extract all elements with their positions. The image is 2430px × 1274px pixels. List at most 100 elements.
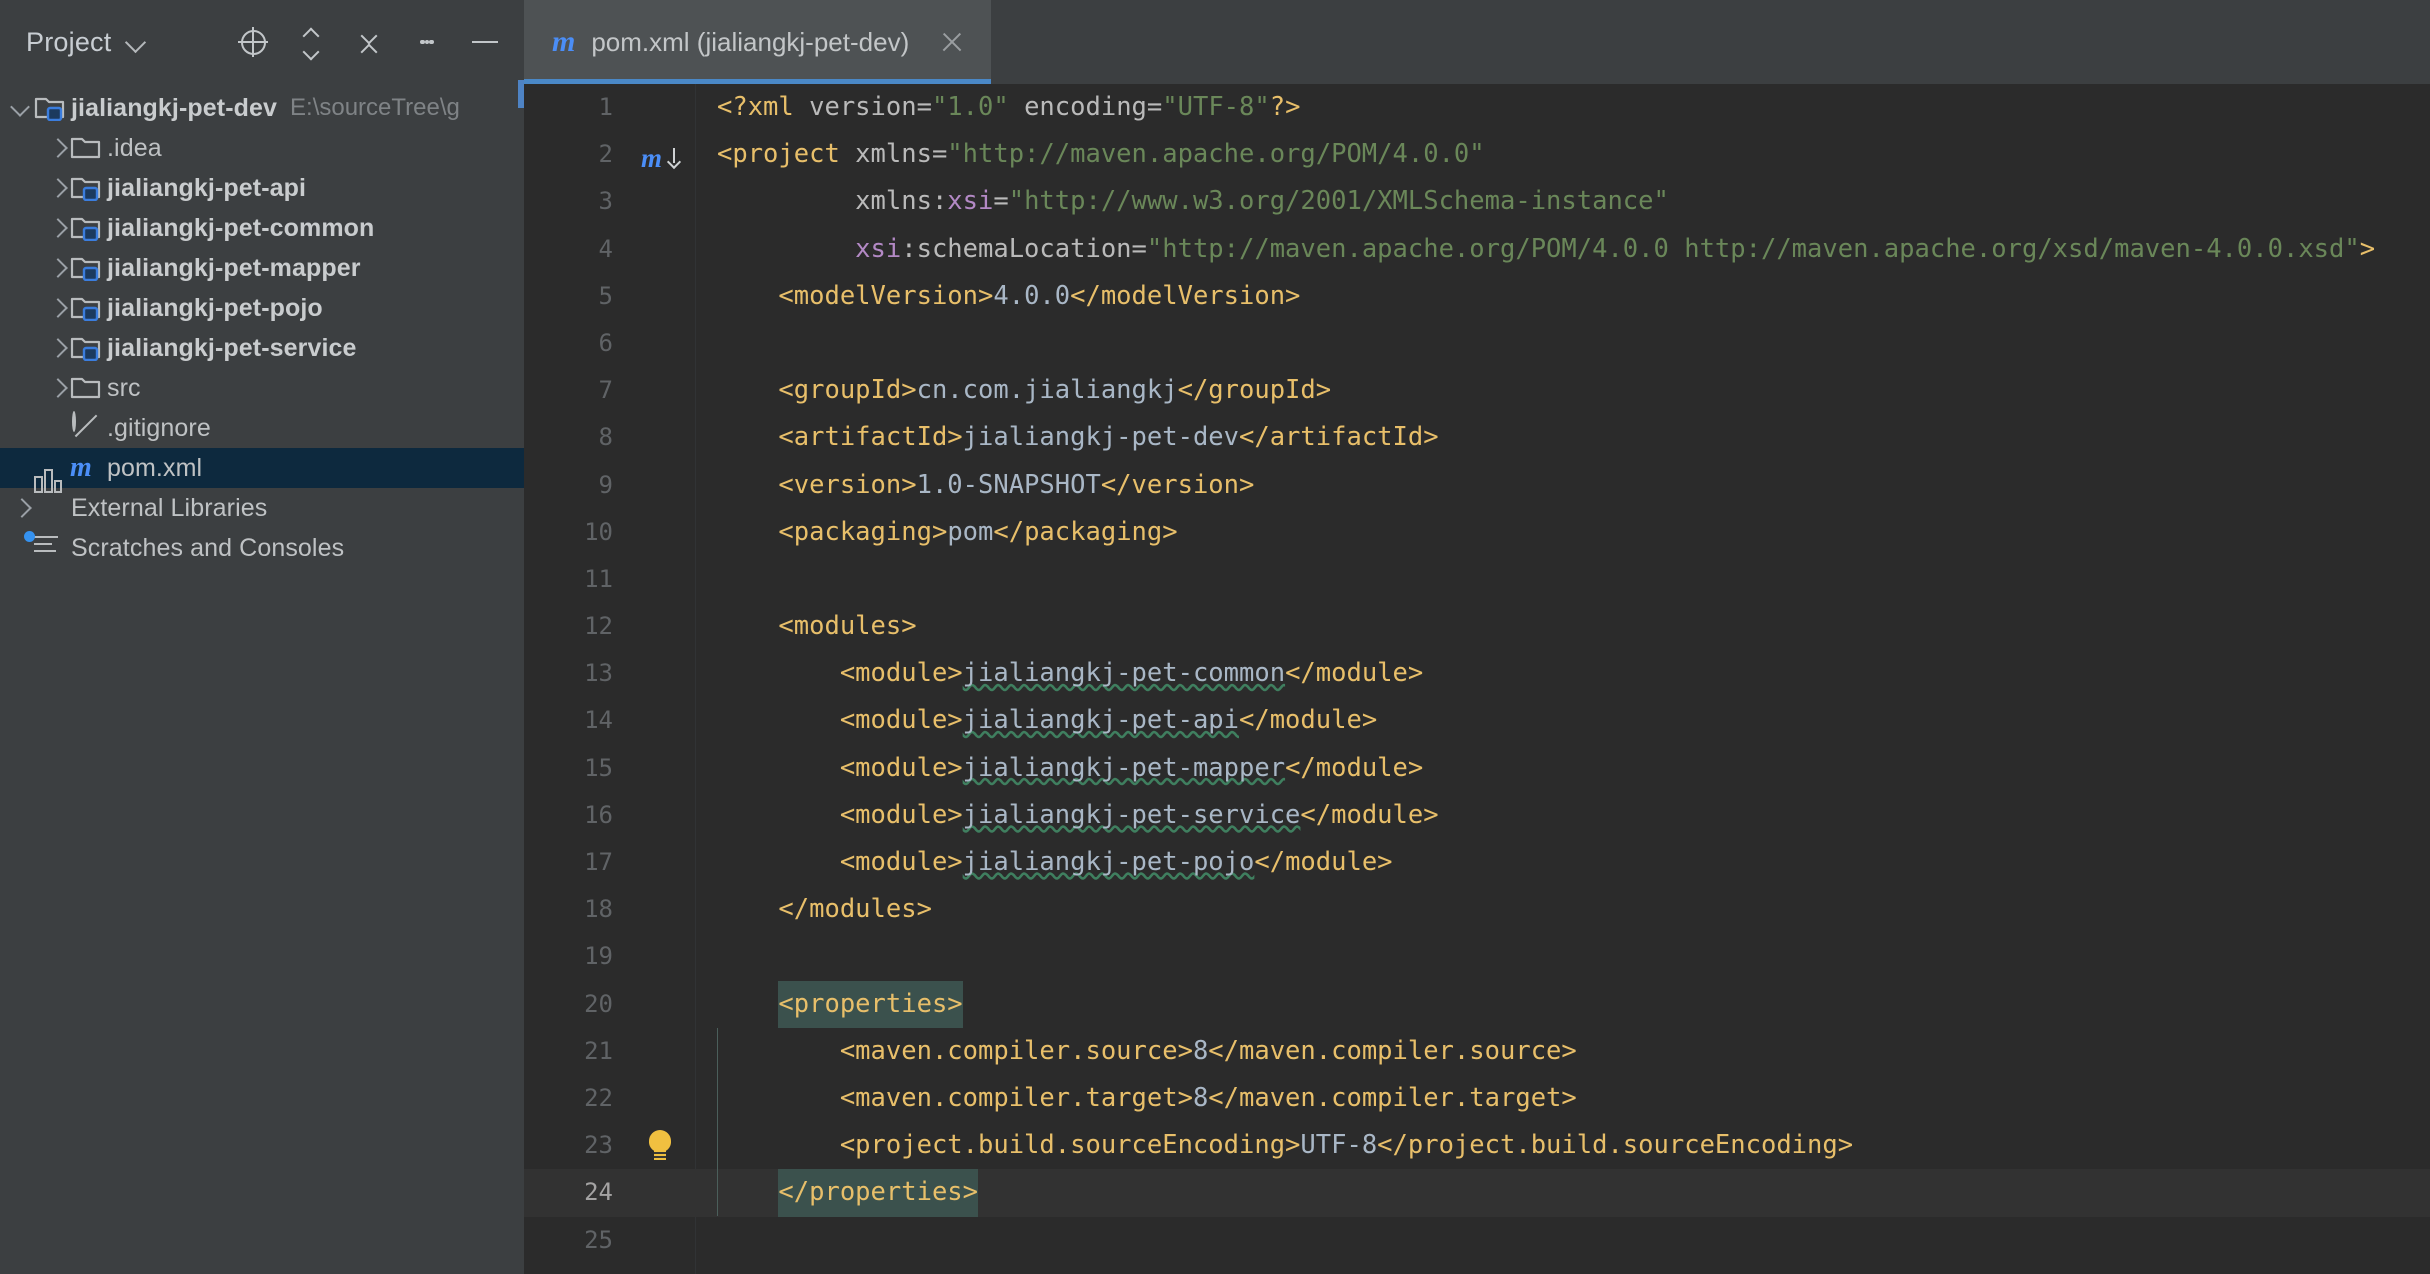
- code-text[interactable]: <properties>: [695, 980, 2430, 1028]
- intention-bulb-icon[interactable]: [645, 1130, 675, 1162]
- code-text[interactable]: <version> 1.0-SNAPSHOT </version>: [695, 462, 2430, 509]
- maven-navigate-icon[interactable]: m: [641, 135, 662, 182]
- chevron-closed-icon[interactable]: [44, 215, 70, 241]
- code-text[interactable]: <project xmlns = "http://maven.apache.org/…: [695, 131, 2430, 178]
- code-line: 26 </project>: [524, 1264, 2430, 1274]
- code-text[interactable]: </properties>: [695, 1169, 2430, 1217]
- code-token: ?>: [1269, 92, 1301, 122]
- code-text[interactable]: <module> jialiangkj-pet-common </module>: [695, 650, 2430, 697]
- code-text[interactable]: [695, 933, 2430, 980]
- tree-row[interactable]: src: [0, 368, 524, 408]
- code-line: 2 m <project xmlns = "http://maven.apache.or…: [524, 131, 2430, 178]
- chevron-closed-icon[interactable]: [44, 295, 70, 321]
- tree-row[interactable]: External Libraries: [0, 469, 524, 528]
- tree-row[interactable]: jialiangkj-pet-api: [0, 168, 524, 208]
- line-number: 19: [584, 942, 613, 971]
- code-text[interactable]: <groupId> cn.com.jialiangkj </groupId>: [695, 367, 2430, 414]
- chevron-closed-icon[interactable]: [8, 495, 34, 521]
- tree-row[interactable]: .idea: [0, 128, 524, 168]
- locate-icon[interactable]: [236, 25, 270, 59]
- tab-pom-xml[interactable]: m pom.xml (jialiangkj-pet-dev): [524, 0, 992, 84]
- code-token: :: [931, 186, 948, 217]
- code-text[interactable]: <modelVersion> 4.0.0 </modelVersion>: [695, 273, 2430, 320]
- more-options-icon[interactable]: [410, 25, 444, 59]
- code-token: =: [916, 92, 932, 122]
- code-token: jialiangkj-pet-common: [962, 658, 1286, 689]
- code-text[interactable]: <module> jialiangkj-pet-pojo </module>: [695, 839, 2430, 886]
- tree-row[interactable]: jialiangkj-pet-dev E:\sourceTree\g: [0, 88, 524, 128]
- code-token: jialiangkj-pet-api: [962, 705, 1239, 736]
- chevron-open-icon[interactable]: [8, 95, 34, 121]
- chevron-closed-icon[interactable]: [44, 135, 70, 161]
- code-line: 14 <module> jialiangkj-pet-api </module>: [524, 697, 2430, 744]
- tree-row[interactable]: jialiangkj-pet-service: [0, 328, 524, 368]
- code-token: 1.0-SNAPSHOT: [916, 469, 1101, 500]
- code-token: <maven.compiler.target>: [839, 1082, 1193, 1113]
- code-line: 19: [524, 933, 2430, 980]
- code-token: jialiangkj-pet-mapper: [962, 752, 1286, 783]
- code-line: 8 <artifactId> jialiangkj-pet-dev </artifa…: [524, 414, 2430, 461]
- code-text[interactable]: <maven.compiler.source> 8 </maven.compiler…: [695, 1028, 2430, 1075]
- folder-icon: [70, 373, 102, 403]
- line-number: 22: [584, 1083, 613, 1112]
- tree-row[interactable]: m pom.xml: [0, 448, 524, 488]
- chevron-down-icon[interactable]: [125, 31, 147, 53]
- chevron-closed-icon[interactable]: [44, 255, 70, 281]
- code-token: xmlns: [855, 186, 932, 217]
- code-text[interactable]: [695, 320, 2430, 367]
- code-text[interactable]: <project.build.sourceEncoding> UTF-8 </pro…: [695, 1122, 2430, 1169]
- tree-row[interactable]: jialiangkj-pet-common: [0, 208, 524, 248]
- code-text[interactable]: xmlns: xsi = "http://www.w3.org/2001/XMLSch…: [695, 178, 2430, 225]
- module-folder-icon: [70, 213, 102, 243]
- chevron-closed-icon[interactable]: [44, 175, 70, 201]
- code-text[interactable]: xsi: schemaLocation = "http://maven.apache.…: [695, 226, 2430, 273]
- chevron-closed-icon[interactable]: [44, 335, 70, 361]
- code-text[interactable]: <module> jialiangkj-pet-mapper </module>: [695, 745, 2430, 792]
- code-text[interactable]: <module> jialiangkj-pet-service </module>: [695, 792, 2430, 839]
- code-token: <groupId>: [778, 375, 917, 406]
- code-text[interactable]: <artifactId> jialiangkj-pet-dev </artifact…: [695, 414, 2430, 461]
- code-token: "http://www.w3.org/2001/XMLSchema-instan…: [1008, 186, 1669, 217]
- code-text[interactable]: </modules>: [695, 886, 2430, 933]
- code-token: version: [809, 92, 917, 122]
- code-line: 4 xsi: schemaLocation = "http://maven.apach…: [524, 226, 2430, 273]
- code-text[interactable]: <?xml version = "1.0" encoding = "UTF-8" ?>: [695, 84, 2430, 131]
- code-text[interactable]: <packaging> pom </packaging>: [695, 509, 2430, 556]
- gutter-area: [627, 1169, 695, 1216]
- code-text[interactable]: </project>: [695, 1264, 2430, 1274]
- code-editor[interactable]: 1 <?xml version = "1.0" encoding = "UTF-8" ?> 2…: [524, 84, 2430, 1274]
- chevron-closed-icon[interactable]: [44, 375, 70, 401]
- close-icon[interactable]: [937, 27, 967, 57]
- gutter-area: m: [627, 131, 695, 178]
- tree-row[interactable]: .gitignore: [0, 408, 524, 448]
- tree-row[interactable]: Scratches and Consoles: [0, 528, 524, 568]
- gutter-area: [627, 697, 695, 744]
- code-line: 11: [524, 556, 2430, 603]
- line-number: 25: [584, 1225, 613, 1254]
- tree-row[interactable]: jialiangkj-pet-pojo: [0, 288, 524, 328]
- ide-window: Project jialiangkj-pet-dev E:\sourceTree\…: [0, 0, 2430, 1274]
- code-text[interactable]: <modules>: [695, 603, 2430, 650]
- expand-all-icon[interactable]: [294, 25, 328, 59]
- code-line: 23 <project.build.sourceEncoding> UTF-8 </…: [524, 1122, 2430, 1169]
- code-text[interactable]: <module> jialiangkj-pet-api </module>: [695, 697, 2430, 744]
- code-token: </module>: [1285, 658, 1424, 689]
- collapse-all-icon[interactable]: [352, 25, 386, 59]
- minimize-icon[interactable]: [468, 25, 502, 59]
- code-token: jialiangkj-pet-service: [962, 799, 1301, 830]
- project-panel-title[interactable]: Project: [26, 27, 111, 58]
- gutter-area: [627, 226, 695, 273]
- project-panel-toolbar: [236, 25, 502, 59]
- code-line: 22 <maven.compiler.target> 8 </maven.compi…: [524, 1075, 2430, 1122]
- code-text[interactable]: [695, 1217, 2430, 1264]
- tree-row[interactable]: jialiangkj-pet-mapper: [0, 248, 524, 288]
- code-text[interactable]: <maven.compiler.target> 8 </maven.compiler…: [695, 1075, 2430, 1122]
- code-text[interactable]: [695, 556, 2430, 603]
- tree-row-label: jialiangkj-pet-common: [107, 213, 375, 242]
- gutter-area: [627, 933, 695, 980]
